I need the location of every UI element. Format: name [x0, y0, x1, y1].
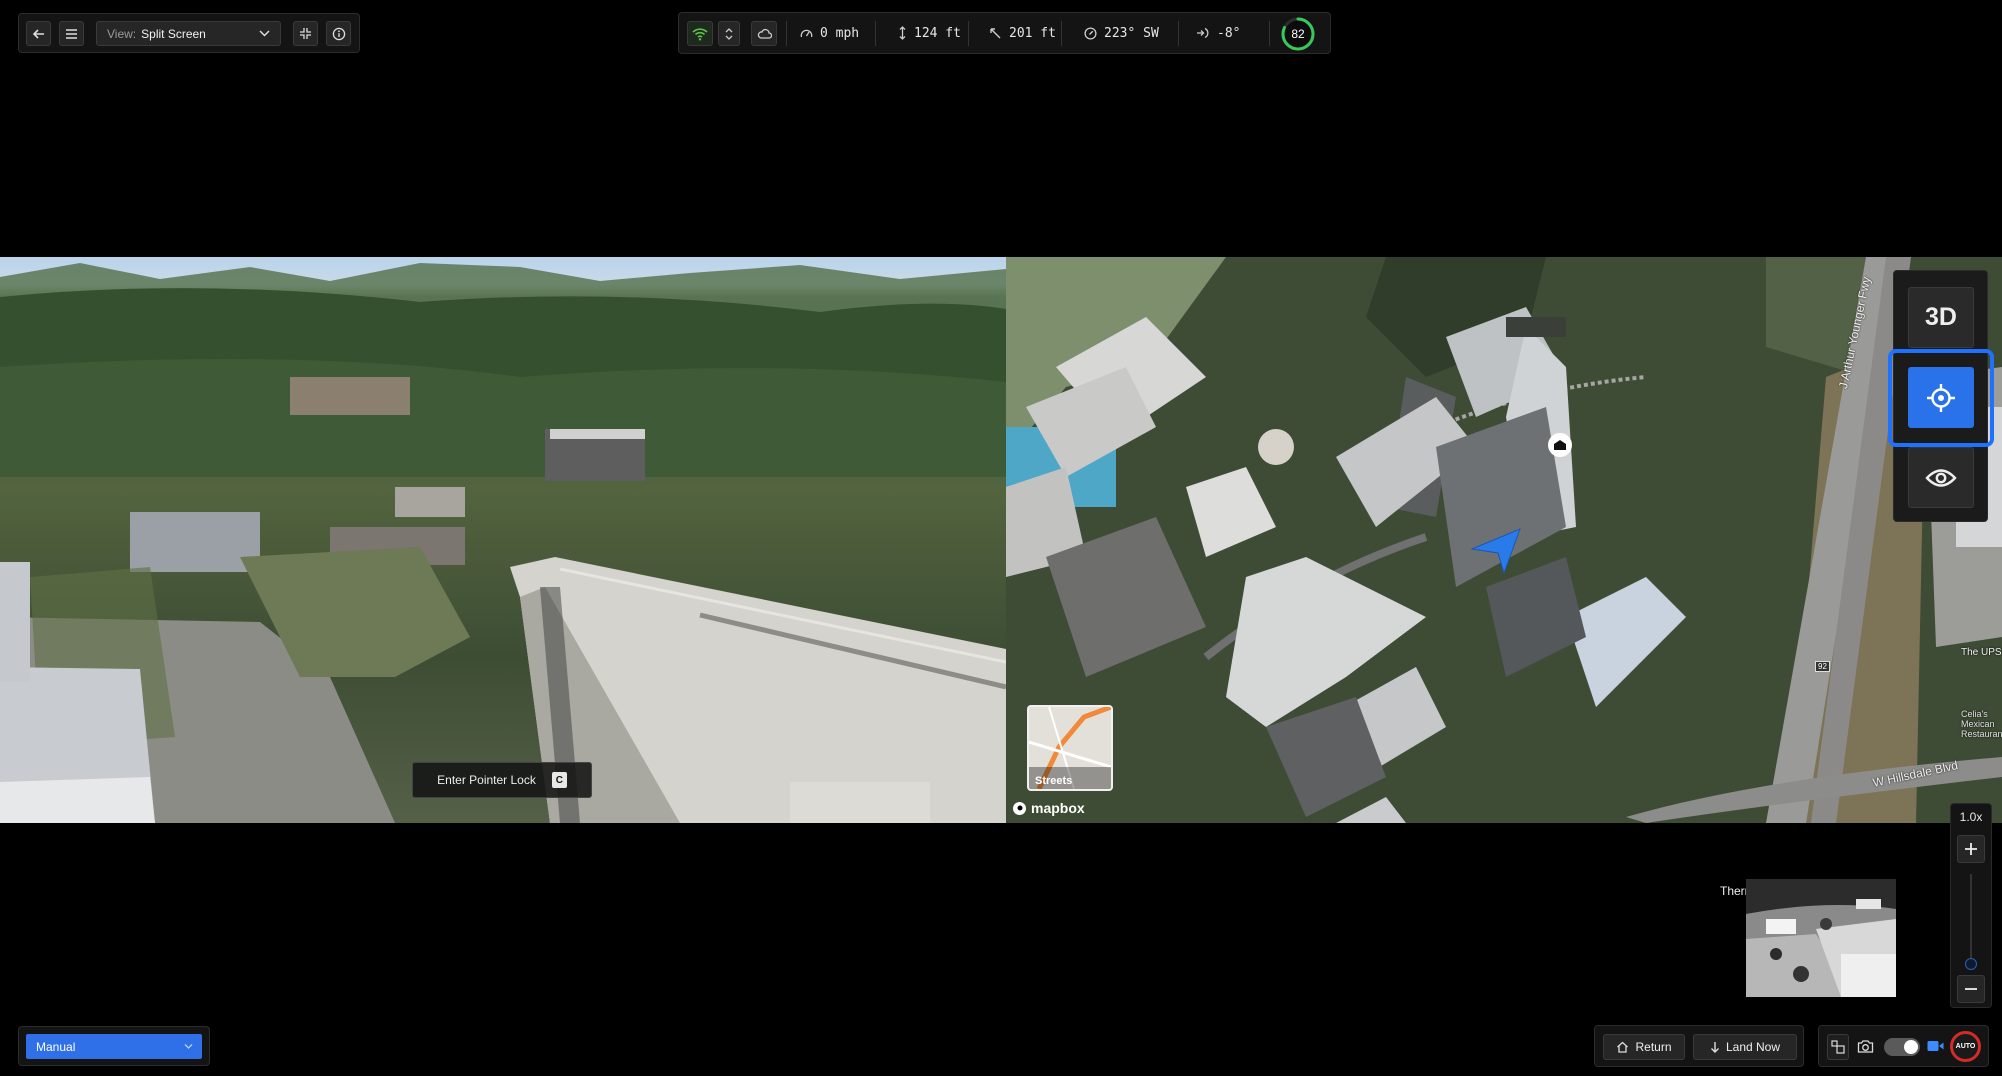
pitch-readout: -8°: [1196, 13, 1240, 53]
altitude-arrow-icon: [899, 26, 906, 40]
gimbal-button[interactable]: [1827, 1034, 1849, 1060]
home-marker-icon: [1554, 440, 1566, 450]
flight-actions: Return Land Now: [1594, 1025, 1804, 1067]
drone-location-icon: [1470, 528, 1521, 575]
divider: [1269, 21, 1270, 46]
battery-value: 82: [1291, 27, 1305, 41]
minus-icon: [1965, 988, 1977, 990]
zoom-slider-thumb[interactable]: [1965, 958, 1977, 970]
altitude-readout: 124 ft: [898, 13, 961, 53]
highway-shield: 92: [1815, 661, 1830, 672]
visibility-button[interactable]: [1908, 447, 1974, 508]
auto-label: AUTO: [1955, 1043, 1976, 1050]
gimbal-icon: [1831, 1040, 1845, 1054]
divider: [786, 21, 787, 46]
fullscreen-button[interactable]: [293, 21, 318, 46]
plus-icon: [1965, 843, 1977, 855]
chevron-down-icon: [184, 1044, 193, 1049]
divider: [1178, 21, 1179, 46]
return-label: Return: [1635, 1040, 1672, 1054]
collapse-icon: [300, 28, 311, 39]
link-toggle-button[interactable]: [718, 21, 740, 46]
toggle-knob: [1904, 1040, 1918, 1054]
pointer-lock-label: Enter Pointer Lock: [437, 773, 536, 787]
map-style-toggle[interactable]: Streets: [1027, 705, 1113, 791]
zoom-slider-track[interactable]: [1970, 874, 1972, 962]
restaurant-label: Celia's Mexican Restaurant: [1961, 709, 2002, 739]
speedometer-icon: [800, 29, 813, 38]
flight-mode-select[interactable]: Manual: [26, 1034, 202, 1059]
updown-icon: [725, 27, 733, 40]
diagonal-distance-icon: [990, 27, 1001, 38]
signal-button[interactable]: [687, 21, 713, 46]
camera-scene: [0, 263, 1006, 823]
poi-marker[interactable]: [1548, 433, 1572, 457]
home-icon: [1617, 1041, 1629, 1053]
info-button[interactable]: [326, 21, 351, 46]
view-select-prefix: View:: [107, 26, 137, 41]
land-now-label: Land Now: [1725, 1040, 1781, 1054]
divider: [968, 21, 969, 46]
speed-value: 0 mph: [820, 25, 860, 41]
flight-mode-value: Manual: [36, 1039, 76, 1054]
record-button[interactable]: AUTO: [1950, 1031, 1981, 1062]
divider: [875, 21, 876, 46]
crosshair-icon: [1927, 383, 1955, 412]
distance-value: 201 ft: [1009, 25, 1056, 41]
mode-panel: Manual: [18, 1026, 210, 1066]
battery-gauge[interactable]: 82: [1280, 16, 1316, 52]
zoom-level: 1.0x: [1959, 810, 1983, 824]
top-left-toolbar: View: Split Screen: [18, 13, 360, 53]
back-button[interactable]: [26, 21, 51, 46]
thermal-preview[interactable]: [1746, 879, 1896, 997]
capture-controls: AUTO: [1818, 1025, 1989, 1067]
arrow-left-icon: [32, 28, 44, 39]
pitch-value: -8°: [1217, 25, 1241, 41]
view-select[interactable]: View: Split Screen: [96, 21, 281, 46]
mapbox-attribution[interactable]: mapbox: [1012, 800, 1085, 816]
pointer-lock-button[interactable]: Enter Pointer Lock C: [412, 762, 592, 798]
return-button[interactable]: Return: [1603, 1034, 1685, 1060]
map-controls: 3D: [1888, 270, 1994, 522]
map-style-label: Streets: [1035, 775, 1073, 787]
arrow-down-icon: [1710, 1042, 1719, 1053]
chevron-down-icon: [259, 30, 270, 37]
recenter-button[interactable]: [1908, 367, 1974, 428]
view-3d-label: 3D: [1925, 303, 1957, 331]
pointer-lock-key: C: [551, 772, 567, 788]
eye-icon: [1925, 468, 1957, 487]
zoom-out-button[interactable]: [1957, 975, 1985, 1003]
photo-video-toggle[interactable]: [1884, 1038, 1920, 1056]
thermal-image: [1746, 879, 1896, 997]
camera-icon: [1857, 1040, 1874, 1053]
view-select-value: Split Screen: [141, 26, 206, 41]
divider: [1061, 21, 1062, 46]
mapbox-label: mapbox: [1031, 800, 1085, 816]
map-view[interactable]: J Arthur Younger Fwy W Hillsdale Blvd Th…: [1006, 257, 2002, 823]
distance-readout: 201 ft: [989, 13, 1056, 53]
video-mode-button[interactable]: [1927, 1040, 1944, 1052]
cloud-icon: [757, 28, 772, 39]
camera-feed[interactable]: Enter Pointer Lock C: [0, 257, 1006, 823]
ups-label: The UPS: [1961, 647, 2002, 658]
video-camera-icon: [1927, 1041, 1944, 1051]
info-icon: [332, 27, 345, 40]
heading-value: 223° SW: [1104, 25, 1159, 41]
menu-button[interactable]: [59, 21, 84, 46]
telemetry-bar: 0 mph 124 ft 201 ft 223° SW -8° 82: [678, 12, 1331, 54]
photo-mode-button[interactable]: [1857, 1039, 1874, 1054]
gimbal-pitch-icon: [1197, 27, 1209, 39]
wifi-signal-icon: [692, 27, 708, 40]
zoom-control: 1.0x: [1950, 803, 1992, 1008]
weather-button[interactable]: [751, 21, 777, 46]
speed-readout: 0 mph: [800, 13, 859, 53]
zoom-in-button[interactable]: [1957, 835, 1985, 863]
view-3d-button[interactable]: 3D: [1908, 287, 1974, 348]
heading-readout: 223° SW: [1084, 13, 1159, 53]
altitude-value: 124 ft: [914, 25, 961, 41]
mapbox-logo-icon: [1013, 801, 1026, 815]
land-now-button[interactable]: Land Now: [1693, 1034, 1797, 1060]
compass-icon: [1084, 26, 1097, 40]
menu-icon: [66, 28, 77, 39]
